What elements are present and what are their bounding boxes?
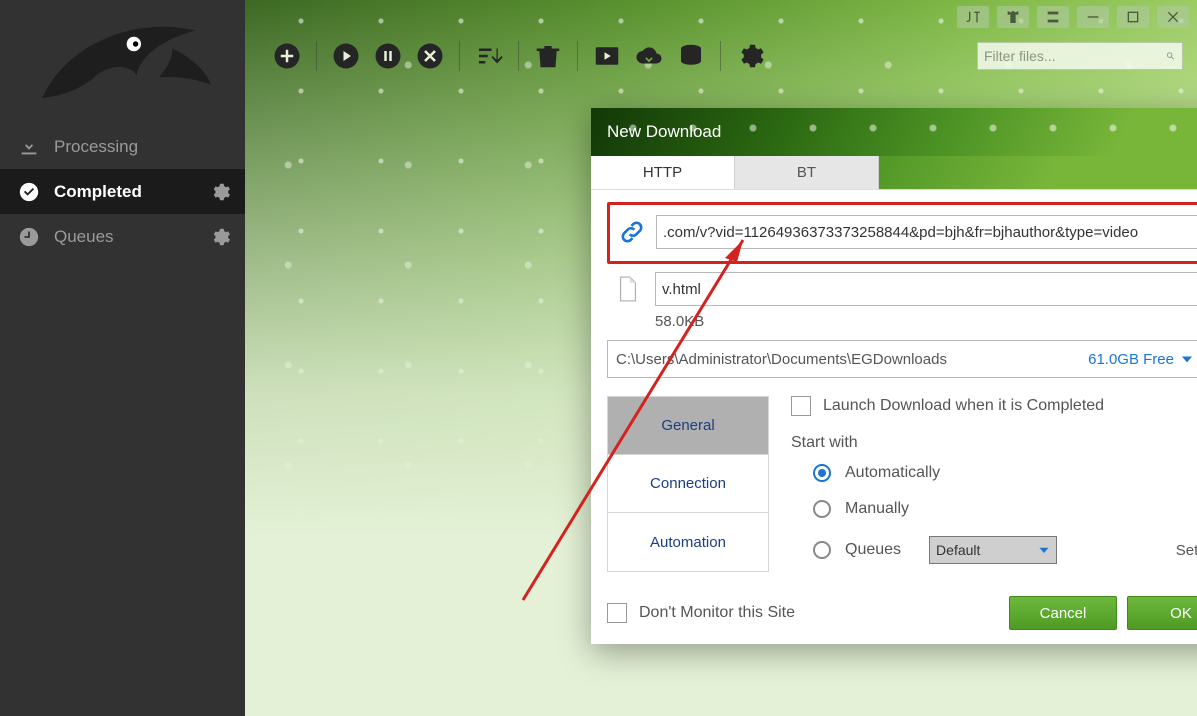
radio-queues[interactable] <box>813 541 831 559</box>
filename-row <box>607 272 1197 306</box>
launch-label: Launch Download when it is Completed <box>823 397 1104 415</box>
dont-monitor-row: Don't Monitor this Site <box>607 603 795 623</box>
sidebar: Processing Completed Queues <box>0 0 245 716</box>
dialog-footer: Don't Monitor this Site Cancel OK <box>607 596 1197 630</box>
check-circle-icon <box>18 181 40 203</box>
queue-select-value: Default <box>936 542 980 558</box>
radio-queues-row: Queues Default Setting... <box>813 536 1197 564</box>
chevron-down-icon <box>1038 542 1050 558</box>
queue-select[interactable]: Default <box>929 536 1057 564</box>
dialog-title: New Download <box>607 122 721 142</box>
size-row: 58.0KB <box>607 312 1197 330</box>
clock-icon <box>18 226 40 248</box>
sort-button[interactable] <box>472 39 506 73</box>
save-path-box[interactable]: C:\Users\Administrator\Documents\EGDownl… <box>607 340 1197 378</box>
sidebar-item-label: Queues <box>54 227 114 247</box>
radio-manual-row: Manually <box>813 500 1197 518</box>
dialog-middle: General Connection Automation Launch Dow… <box>607 396 1197 572</box>
gear-icon[interactable] <box>209 181 231 203</box>
link-icon <box>618 218 646 246</box>
window-controls <box>957 6 1189 28</box>
database-button[interactable] <box>674 39 708 73</box>
close-window-button[interactable] <box>1157 6 1189 28</box>
radio-queues-label: Queues <box>845 541 901 559</box>
compact-button[interactable] <box>1037 6 1069 28</box>
radio-manual[interactable] <box>813 500 831 518</box>
url-highlight-box <box>607 202 1197 264</box>
tab-bt[interactable]: BT <box>735 156 879 189</box>
dialog-tabs: HTTP BT <box>591 156 1197 190</box>
separator <box>459 41 460 71</box>
sidebar-item-queues[interactable]: Queues <box>0 214 245 259</box>
dont-monitor-checkbox[interactable] <box>607 603 627 623</box>
main-area: New Download HTTP BT <box>245 0 1197 716</box>
vtab-automation[interactable]: Automation <box>608 513 768 571</box>
cloud-button[interactable] <box>632 39 666 73</box>
tab-http[interactable]: HTTP <box>591 156 735 189</box>
separator <box>577 41 578 71</box>
download-icon <box>18 136 40 158</box>
toolbar <box>270 35 1183 77</box>
add-button[interactable] <box>270 39 304 73</box>
separator <box>316 41 317 71</box>
ok-button[interactable]: OK <box>1127 596 1197 630</box>
radio-auto-row: Automatically <box>813 464 1197 482</box>
general-pane: Launch Download when it is Completed Sta… <box>769 396 1197 572</box>
file-size: 58.0KB <box>655 313 704 330</box>
file-icon <box>617 275 641 303</box>
queue-setting-link[interactable]: Setting... <box>1176 542 1197 559</box>
sidebar-item-label: Completed <box>54 182 142 202</box>
save-path: C:\Users\Administrator\Documents\EGDownl… <box>616 351 947 368</box>
new-download-dialog: New Download HTTP BT <box>591 108 1197 644</box>
start-button[interactable] <box>329 39 363 73</box>
minimize-button[interactable] <box>1077 6 1109 28</box>
stop-button[interactable] <box>413 39 447 73</box>
search-icon <box>1165 47 1176 65</box>
sidebar-item-completed[interactable]: Completed <box>0 169 245 214</box>
settings-button[interactable] <box>733 39 767 73</box>
pause-button[interactable] <box>371 39 405 73</box>
separator <box>518 41 519 71</box>
path-dropdown[interactable] <box>1180 351 1194 368</box>
separator <box>720 41 721 71</box>
vertical-tabs: General Connection Automation <box>607 396 769 572</box>
pro-button[interactable] <box>957 6 989 28</box>
sidebar-item-processing[interactable]: Processing <box>0 124 245 169</box>
dialog-body: 58.0KB C:\Users\Administrator\Documents\… <box>591 190 1197 644</box>
delete-button[interactable] <box>531 39 565 73</box>
filter-input[interactable] <box>984 48 1165 64</box>
radio-auto-label: Automatically <box>845 464 940 482</box>
disk-free: 61.0GB Free <box>1088 351 1174 368</box>
radio-manual-label: Manually <box>845 500 909 518</box>
start-with-label: Start with <box>791 434 1197 452</box>
vtab-connection[interactable]: Connection <box>608 455 768 513</box>
filter-box[interactable] <box>977 42 1183 70</box>
url-input[interactable] <box>656 215 1197 249</box>
launch-checkbox-row: Launch Download when it is Completed <box>791 396 1197 416</box>
radio-auto[interactable] <box>813 464 831 482</box>
sidebar-item-label: Processing <box>54 137 138 157</box>
dont-monitor-label: Don't Monitor this Site <box>639 604 795 622</box>
app-logo <box>0 0 245 124</box>
dialog-header: New Download <box>591 108 1197 156</box>
launch-checkbox[interactable] <box>791 396 811 416</box>
cancel-button[interactable]: Cancel <box>1009 596 1117 630</box>
maximize-button[interactable] <box>1117 6 1149 28</box>
filename-input[interactable] <box>655 272 1197 306</box>
app-root: Processing Completed Queues <box>0 0 1197 716</box>
media-grabber-button[interactable] <box>590 39 624 73</box>
skin-button[interactable] <box>997 6 1029 28</box>
vtab-general[interactable]: General <box>608 397 768 455</box>
gear-icon[interactable] <box>209 226 231 248</box>
